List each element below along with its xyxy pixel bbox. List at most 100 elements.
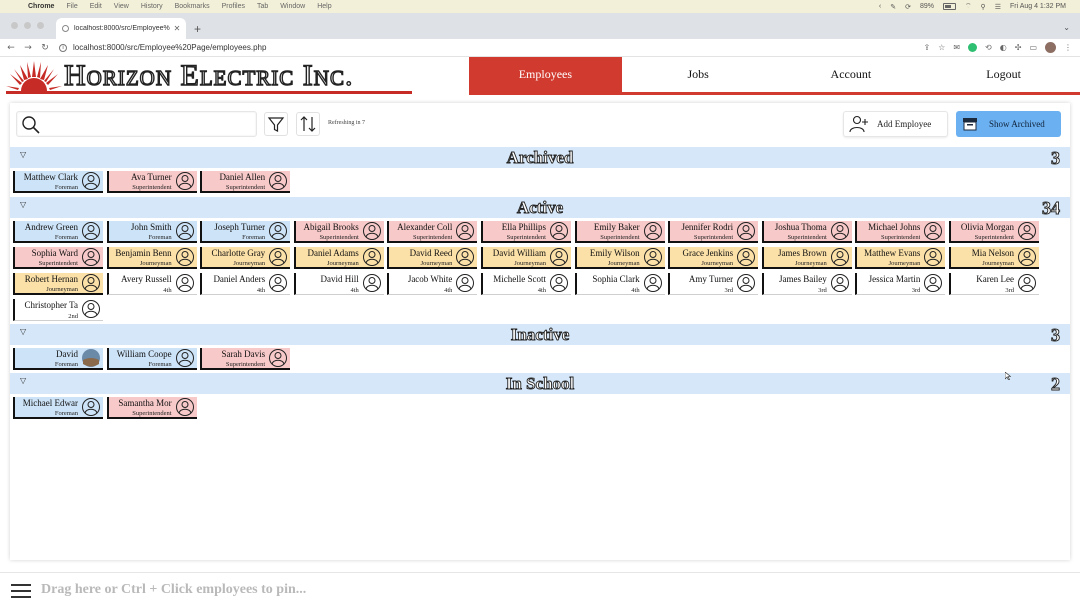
employee-card[interactable]: Michelle Scott 4th <box>481 273 571 295</box>
employee-card[interactable]: James Brown Journeyman <box>761 247 852 269</box>
search-status-icon[interactable]: ⚲ <box>981 3 986 11</box>
gmail-extension-icon[interactable]: ✉ <box>953 43 960 52</box>
employee-card[interactable]: Daniel Allen Superintendent <box>200 171 291 193</box>
employee-card[interactable]: James Bailey 3rd <box>761 273 852 295</box>
employee-card[interactable]: Joshua Thoma Superintendent <box>761 221 852 243</box>
close-window-button[interactable] <box>11 22 18 29</box>
employee-card[interactable]: John Smith Foreman <box>106 221 197 243</box>
employee-card[interactable]: Daniel Anders 4th <box>200 273 291 295</box>
employee-card[interactable]: William Coope Foreman <box>106 348 197 370</box>
employee-card[interactable]: Ella Phillips Superintendent <box>481 221 571 243</box>
employee-card[interactable]: Joseph Turner Foreman <box>200 221 291 243</box>
menu-chrome[interactable]: Chrome <box>28 3 54 10</box>
employee-card[interactable]: Alexander Coll Superintendent <box>387 221 478 243</box>
employee-card[interactable]: Sarah Davis Superintendent <box>200 348 291 370</box>
section-header-inactive[interactable]: ▽ Inactive 3 <box>10 324 1070 345</box>
employee-card[interactable]: Andrew Green Foreman <box>13 221 103 243</box>
employee-card[interactable]: Matthew Clark Foreman <box>13 171 103 193</box>
employee-card[interactable]: Matthew Evans Journeyman <box>855 247 946 269</box>
minimize-window-button[interactable] <box>24 22 31 29</box>
pin-status-icon[interactable]: ✎ <box>890 3 896 11</box>
employee-card[interactable]: Jacob White 4th <box>387 273 478 295</box>
sync-status-icon[interactable]: ⟳ <box>905 3 911 11</box>
menu-view[interactable]: View <box>114 3 129 10</box>
pin-bar[interactable]: Drag here or Ctrl + Click employees to p… <box>0 572 1080 608</box>
clock[interactable]: Fri Aug 4 1:32 PM <box>1010 3 1066 10</box>
tab-search-icon[interactable]: ⌄ <box>1063 23 1070 32</box>
employee-card[interactable]: Amy Turner 3rd <box>668 273 759 295</box>
hamburger-menu-icon[interactable] <box>11 582 31 600</box>
browser-tab[interactable]: localhost:8000/src/Employee% ✕ <box>56 18 186 39</box>
back-icon[interactable]: ← <box>5 43 17 53</box>
share-icon[interactable]: ⇪ <box>923 43 930 52</box>
sidebar-icon[interactable]: ▭ <box>1029 43 1037 52</box>
back-status-icon[interactable]: ‹ <box>879 3 881 10</box>
employee-card[interactable]: Robert Hernan Journeyman <box>13 273 103 295</box>
nav-jobs[interactable]: Jobs <box>622 57 775 92</box>
menu-history[interactable]: History <box>141 3 163 10</box>
extension-icon[interactable]: ⟲ <box>985 43 992 52</box>
employee-card[interactable]: Olivia Morgan Superintendent <box>949 221 1039 243</box>
employee-card[interactable]: Michael Edwar Foreman <box>13 397 103 419</box>
wifi-icon[interactable]: ⌔ <box>965 2 972 11</box>
filter-button[interactable] <box>264 112 288 136</box>
bookmark-star-icon[interactable]: ☆ <box>938 43 945 52</box>
employee-card[interactable]: Karen Lee 3rd <box>949 273 1039 295</box>
employee-card[interactable]: Michael Johns Superintendent <box>855 221 946 243</box>
employee-card[interactable]: Charlotte Gray Journeyman <box>200 247 291 269</box>
new-tab-button[interactable]: + <box>194 22 201 36</box>
employee-card[interactable]: Christopher Ta 2nd <box>13 299 103 321</box>
employee-card[interactable]: David Reed Journeyman <box>387 247 478 269</box>
info-icon[interactable]: i <box>59 43 67 52</box>
search-input[interactable] <box>45 116 250 134</box>
employee-card[interactable]: Sophia Clark 4th <box>574 273 665 295</box>
employee-card[interactable]: Emily Baker Superintendent <box>574 221 665 243</box>
nav-logout[interactable]: Logout <box>927 57 1080 92</box>
employee-card[interactable]: Grace Jenkins Journeyman <box>668 247 759 269</box>
nav-employees[interactable]: Employees <box>469 57 622 92</box>
url-field[interactable]: i localhost:8000/src/Employee%20Page/emp… <box>59 41 519 55</box>
menu-profiles[interactable]: Profiles <box>222 3 245 10</box>
sort-button[interactable] <box>296 112 320 136</box>
nav-account[interactable]: Account <box>775 57 928 92</box>
section-header-in-school[interactable]: ▽ In School 2 <box>10 373 1070 394</box>
add-employee-button[interactable]: Add Employee <box>843 111 948 137</box>
menu-tab[interactable]: Tab <box>257 3 268 10</box>
employee-card[interactable]: Avery Russell 4th <box>106 273 197 295</box>
employee-card[interactable]: Emily Wilson Journeyman <box>574 247 665 269</box>
section-header-archived[interactable]: ▽ Archived 3 <box>10 147 1070 168</box>
forward-icon[interactable]: → <box>22 43 34 53</box>
profile-avatar[interactable] <box>1045 42 1056 53</box>
zoom-window-button[interactable] <box>37 22 44 29</box>
menu-edit[interactable]: Edit <box>90 3 102 10</box>
menu-bookmarks[interactable]: Bookmarks <box>175 3 210 10</box>
puzzle-icon[interactable]: ✣ <box>1015 43 1022 52</box>
grammarly-extension-icon[interactable] <box>968 43 978 52</box>
employee-card[interactable]: David William Journeyman <box>481 247 571 269</box>
kebab-menu-icon[interactable]: ⋮ <box>1064 43 1072 52</box>
employee-card[interactable]: Jessica Martin 3rd <box>855 273 946 295</box>
battery-icon[interactable] <box>942 3 956 10</box>
close-tab-icon[interactable]: ✕ <box>172 24 182 33</box>
menu-file[interactable]: File <box>66 3 77 10</box>
employee-card[interactable]: David Foreman <box>13 348 103 370</box>
menu-window[interactable]: Window <box>280 3 305 10</box>
employee-card[interactable]: Ava Turner Superintendent <box>106 171 197 193</box>
refresh-extension-icon[interactable]: ◐ <box>1000 43 1007 52</box>
reload-icon[interactable]: ↻ <box>39 43 51 53</box>
employee-card[interactable]: Daniel Adams Journeyman <box>293 247 384 269</box>
user-avatar-icon <box>174 273 196 293</box>
menu-help[interactable]: Help <box>317 3 331 10</box>
employee-card[interactable]: Sophia Ward Superintendent <box>13 247 103 269</box>
employee-card[interactable]: Benjamin Benn Journeyman <box>106 247 197 269</box>
section-header-active[interactable]: ▽ Active 34 <box>10 197 1070 218</box>
employee-card[interactable]: Samantha Mor Superintendent <box>106 397 197 419</box>
search-box[interactable] <box>16 111 257 137</box>
employee-card[interactable]: Abigail Brooks Superintendent <box>293 221 384 243</box>
employee-card[interactable]: Mia Nelson Journeyman <box>949 247 1039 269</box>
control-center-icon[interactable]: ☰ <box>995 3 1001 11</box>
show-archived-button[interactable]: Show Archived <box>956 111 1061 137</box>
employee-card[interactable]: David Hill 4th <box>293 273 384 295</box>
employee-card[interactable]: Jennifer Rodri Superintendent <box>668 221 759 243</box>
company-logo[interactable]: Horizon Electric Inc. <box>6 58 412 94</box>
